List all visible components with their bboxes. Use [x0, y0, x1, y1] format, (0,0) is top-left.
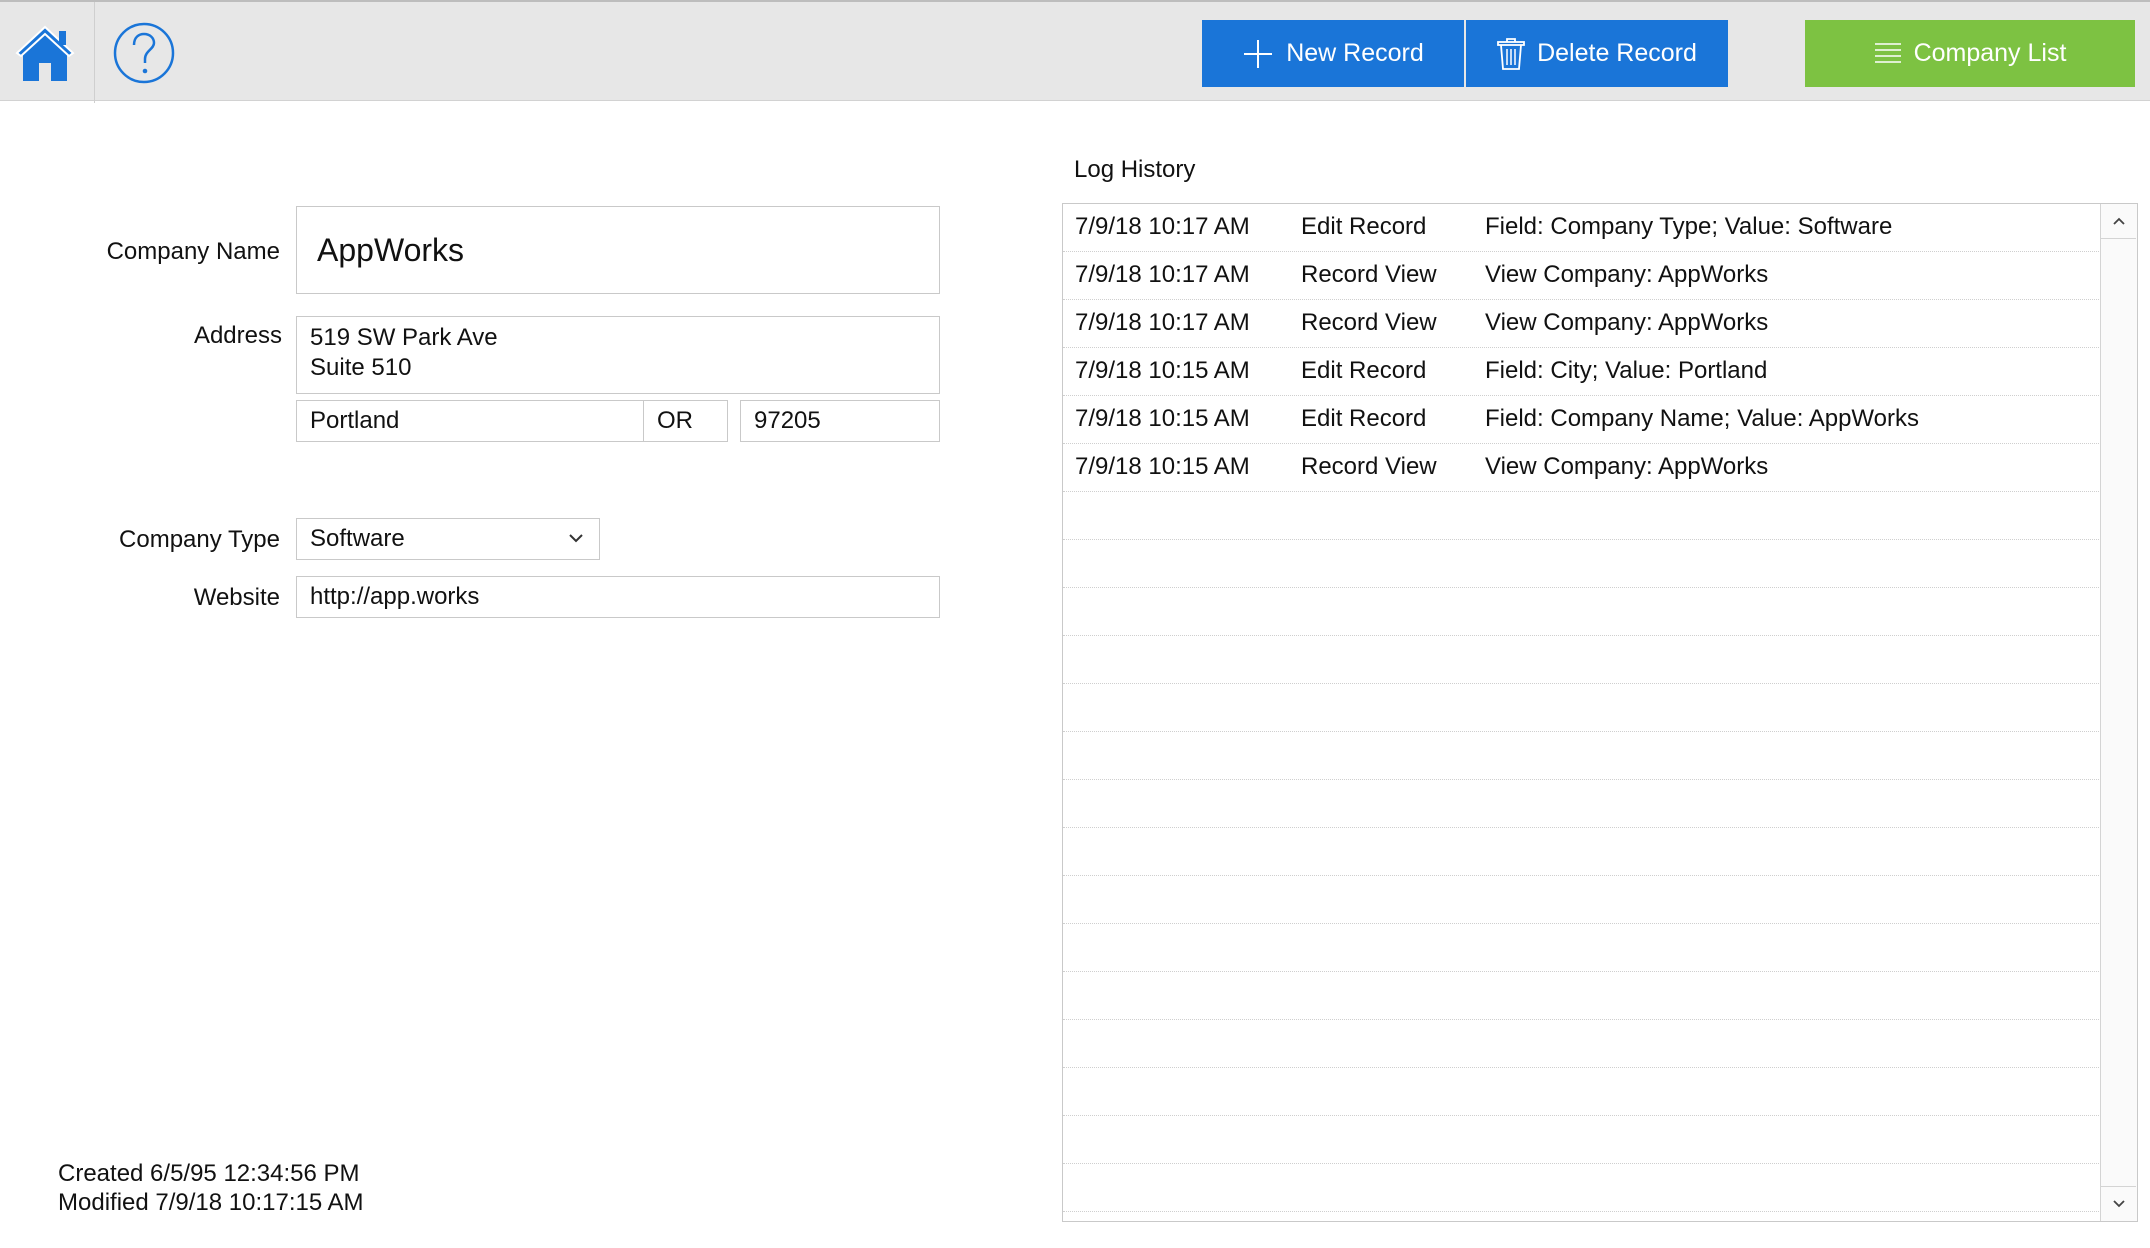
- log-row[interactable]: [1063, 1164, 2099, 1212]
- help-button[interactable]: [111, 20, 177, 86]
- address-line2: Suite 510: [310, 354, 412, 381]
- log-date: 7/9/18 10:17 AM: [1075, 309, 1250, 336]
- home-button[interactable]: [12, 20, 78, 86]
- trash-icon: [1497, 37, 1525, 70]
- log-row[interactable]: 7/9/18 10:17 AM Record View View Company: …: [1063, 300, 2099, 348]
- log-detail: Field: Company Type; Value: Software: [1485, 213, 1893, 240]
- delete-record-button[interactable]: Delete Record: [1466, 20, 1728, 87]
- log-row[interactable]: 7/9/18 10:17 AM Record View View Company: …: [1063, 252, 2099, 300]
- log-history-title: Log History: [1074, 156, 1196, 183]
- scroll-down-button[interactable]: [2101, 1186, 2136, 1221]
- log-detail: Field: Company Name; Value: AppWorks: [1485, 405, 1919, 432]
- log-row[interactable]: [1063, 1068, 2099, 1116]
- log-action: Record View: [1301, 261, 1437, 288]
- log-row[interactable]: [1063, 876, 2099, 924]
- log-row[interactable]: [1063, 684, 2099, 732]
- log-row[interactable]: [1063, 588, 2099, 636]
- chevron-up-icon: [2112, 217, 2125, 225]
- log-rows: 7/9/18 10:17 AM Edit Record Field: Company…: [1063, 204, 2099, 1212]
- chevron-down-icon: [2112, 1200, 2125, 1208]
- log-row[interactable]: [1063, 1020, 2099, 1068]
- new-record-label: New Record: [1286, 39, 1424, 67]
- modified-timestamp: Modified 7/9/18 10:17:15 AM: [58, 1189, 364, 1216]
- address-line1: 519 SW Park Ave: [310, 324, 498, 351]
- log-date: 7/9/18 10:15 AM: [1075, 405, 1250, 432]
- log-history-list[interactable]: 7/9/18 10:17 AM Edit Record Field: Company…: [1062, 203, 2138, 1222]
- log-row[interactable]: [1063, 972, 2099, 1020]
- log-detail: Field: City; Value: Portland: [1485, 357, 1768, 384]
- company-type-label: Company Type: [119, 526, 280, 553]
- website-label: Website: [193, 584, 280, 611]
- city-value: Portland: [310, 407, 400, 434]
- website-field[interactable]: http://app.works: [296, 576, 940, 618]
- delete-record-label: Delete Record: [1537, 39, 1697, 67]
- log-row[interactable]: 7/9/18 10:15 AM Edit Record Field: City; V…: [1063, 348, 2099, 396]
- company-type-value: Software: [310, 525, 405, 552]
- company-name-value: AppWorks: [317, 231, 465, 268]
- company-name-label: Company Name: [106, 238, 280, 265]
- log-row[interactable]: 7/9/18 10:15 AM Record View View Company: …: [1063, 444, 2099, 492]
- list-icon: [1874, 42, 1901, 63]
- chevron-down-icon: [569, 534, 583, 543]
- scroll-up-button[interactable]: [2101, 204, 2136, 239]
- log-action: Record View: [1301, 309, 1437, 336]
- log-date: 7/9/18 10:17 AM: [1075, 261, 1250, 288]
- log-row[interactable]: 7/9/18 10:15 AM Edit Record Field: Company…: [1063, 396, 2099, 444]
- log-date: 7/9/18 10:15 AM: [1075, 453, 1250, 480]
- home-icon: [15, 25, 75, 81]
- log-row[interactable]: [1063, 1116, 2099, 1164]
- address-label: Address: [193, 322, 282, 349]
- zip-field[interactable]: 97205: [740, 400, 940, 442]
- city-field[interactable]: Portland: [296, 400, 645, 442]
- plus-icon: [1244, 39, 1273, 68]
- log-date: 7/9/18 10:17 AM: [1075, 213, 1250, 240]
- log-action: Record View: [1301, 453, 1437, 480]
- state-value: OR: [657, 407, 693, 434]
- company-type-select[interactable]: Software: [296, 518, 600, 560]
- address-field[interactable]: 519 SW Park Ave Suite 510: [296, 316, 940, 394]
- log-action: Edit Record: [1301, 405, 1427, 432]
- log-row[interactable]: [1063, 636, 2099, 684]
- company-list-label: Company List: [1913, 39, 2067, 67]
- log-detail: View Company: AppWorks: [1485, 309, 1769, 336]
- help-icon: [113, 22, 175, 84]
- company-list-button[interactable]: Company List: [1805, 20, 2135, 87]
- log-row[interactable]: [1063, 780, 2099, 828]
- state-field[interactable]: OR: [643, 400, 728, 442]
- log-row[interactable]: [1063, 828, 2099, 876]
- toolbar-separator: [94, 2, 95, 103]
- log-action: Edit Record: [1301, 213, 1427, 240]
- company-name-field[interactable]: AppWorks: [296, 206, 940, 294]
- log-date: 7/9/18 10:15 AM: [1075, 357, 1250, 384]
- created-timestamp: Created 6/5/95 12:34:56 PM: [58, 1160, 360, 1187]
- log-action: Edit Record: [1301, 357, 1427, 384]
- log-detail: View Company: AppWorks: [1485, 453, 1769, 480]
- log-row[interactable]: [1063, 732, 2099, 780]
- website-value: http://app.works: [310, 583, 480, 610]
- toolbar: New Record Delete Record Company List: [0, 0, 2150, 103]
- log-row[interactable]: [1063, 924, 2099, 972]
- log-row[interactable]: [1063, 540, 2099, 588]
- log-row[interactable]: 7/9/18 10:17 AM Edit Record Field: Company…: [1063, 204, 2099, 252]
- log-row[interactable]: [1063, 492, 2099, 540]
- zip-value: 97205: [754, 407, 821, 434]
- log-detail: View Company: AppWorks: [1485, 261, 1769, 288]
- new-record-button[interactable]: New Record: [1202, 20, 1464, 87]
- scrollbar[interactable]: [2100, 204, 2137, 1221]
